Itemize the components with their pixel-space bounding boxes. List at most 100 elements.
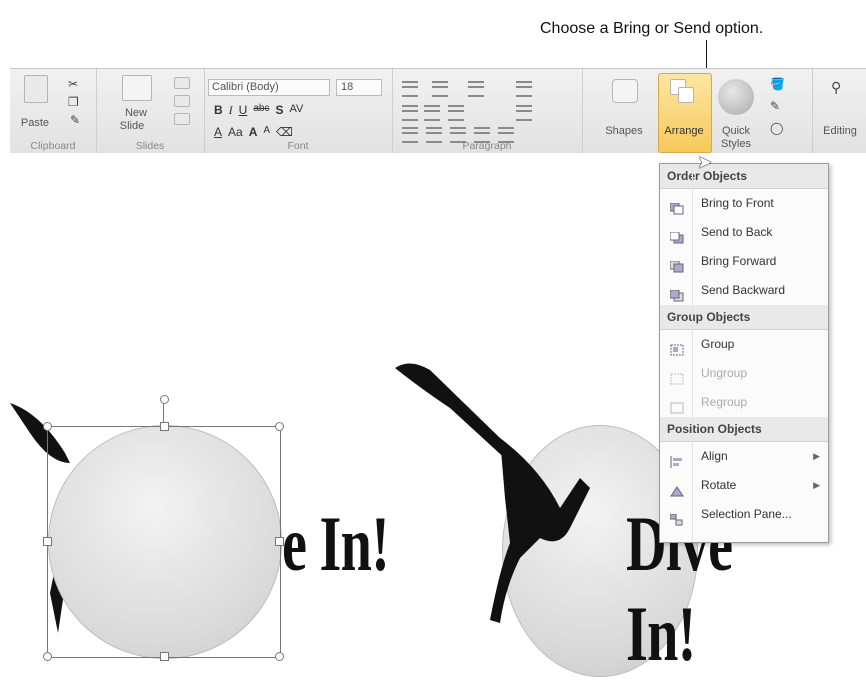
menu-item-bring-to-front[interactable]: Bring to Front — [660, 189, 828, 218]
bring-to-front-icon — [669, 197, 684, 215]
shapes-button[interactable]: Shapes — [602, 125, 646, 137]
menu-item-selection-pane[interactable]: Selection Pane... — [660, 500, 828, 529]
font-size-select[interactable]: 18 — [336, 79, 382, 96]
group-objects-section: Group Objects Group Ungroup Regroup — [660, 305, 828, 417]
arrange-dropdown-menu: Order Objects Bring to Front Send to Bac… — [659, 163, 829, 543]
delete-slide-icon[interactable] — [174, 113, 190, 125]
character-spacing-button[interactable]: AV — [289, 103, 303, 118]
clear-formatting-icon[interactable]: ⌫ — [276, 125, 293, 139]
editing-button[interactable]: Editing — [815, 125, 865, 137]
change-case-button[interactable]: Aa — [228, 125, 243, 139]
quick-styles-label-2[interactable]: Styles — [714, 138, 758, 150]
arrange-icon-back — [678, 87, 694, 103]
arrange-button[interactable]: Arrange — [660, 125, 708, 137]
shape-effects-icon[interactable]: ◯ — [770, 121, 783, 135]
font-group-label: Font — [287, 140, 309, 152]
resize-handle-tr[interactable] — [275, 422, 284, 431]
format-painter-icon[interactable]: ✎ — [70, 113, 80, 127]
bring-forward-icon — [669, 255, 684, 273]
menu-section-header: Group Objects — [660, 305, 828, 330]
rotate-handle[interactable] — [160, 395, 169, 404]
menu-item-bring-forward[interactable]: Bring Forward — [660, 247, 828, 276]
submenu-arrow-icon: ▶ — [813, 480, 820, 490]
menu-item-send-to-back[interactable]: Send to Back — [660, 218, 828, 247]
columns-icon[interactable] — [448, 105, 464, 121]
align-text-icon[interactable] — [516, 105, 532, 121]
paste-icon[interactable] — [24, 75, 48, 103]
menu-item-send-backward[interactable]: Send Backward — [660, 276, 828, 305]
align-icon — [670, 450, 684, 468]
bold-button[interactable]: B — [214, 103, 223, 118]
resize-handle-bl[interactable] — [43, 652, 52, 661]
cut-icon[interactable]: ✂ — [68, 77, 78, 91]
right-diver-image — [395, 363, 590, 623]
menu-item-label: Send Backward — [701, 283, 786, 297]
line-spacing-icon[interactable] — [468, 81, 484, 97]
new-slide-icon[interactable] — [122, 75, 152, 101]
copy-icon[interactable]: ❐ — [68, 95, 79, 109]
menu-item-regroup[interactable]: Regroup — [660, 388, 828, 417]
quick-styles-icon[interactable] — [718, 79, 754, 115]
resize-handle-t[interactable] — [160, 422, 169, 431]
italic-button[interactable]: I — [229, 103, 233, 118]
group-icon — [670, 338, 684, 356]
menu-item-label: Send to Back — [701, 225, 773, 239]
send-to-back-icon — [669, 226, 684, 244]
send-backward-icon — [669, 284, 684, 302]
order-objects-section: Order Objects Bring to Front Send to Bac… — [660, 164, 828, 305]
decrease-indent-icon[interactable] — [402, 105, 418, 121]
ungroup-icon — [670, 367, 684, 385]
resize-handle-br[interactable] — [275, 652, 284, 661]
find-icon[interactable]: ⚲ — [831, 79, 841, 96]
shadow-button[interactable]: S — [275, 103, 283, 118]
menu-item-align[interactable]: Align ▶ — [660, 442, 828, 471]
mouse-pointer-icon: ➤ — [697, 152, 713, 172]
menu-section-header: Order Objects — [660, 164, 828, 189]
slides-group-label: Slides — [135, 140, 165, 152]
drawing-group: Shapes Arrange Quick Styles 🪣 ✎ ◯ — [582, 69, 812, 154]
clipboard-group: Paste ✂ ❐ ✎ Clipboard — [10, 69, 97, 154]
shrink-font-button[interactable]: A — [263, 125, 270, 139]
menu-item-label: Ungroup — [701, 366, 748, 380]
clipboard-group-label: Clipboard — [30, 140, 76, 152]
menu-item-group[interactable]: Group — [660, 330, 828, 359]
shape-outline-icon[interactable]: ✎ — [770, 99, 780, 113]
callout-text: Choose a Bring or Send option. — [540, 20, 764, 37]
shape-fill-icon[interactable]: 🪣 — [770, 77, 785, 91]
text-direction-icon[interactable] — [516, 81, 532, 97]
new-slide-label-2[interactable]: Slide — [110, 120, 154, 132]
editing-group: ⚲ Editing — [812, 69, 866, 154]
layout-icon[interactable] — [174, 77, 190, 89]
resize-handle-tl[interactable] — [43, 422, 52, 431]
bullets-icon[interactable] — [402, 81, 418, 97]
quick-styles-label-1[interactable]: Quick — [714, 125, 758, 137]
menu-item-label: Regroup — [701, 395, 748, 409]
selection-pane-icon — [669, 508, 684, 526]
resize-handle-b[interactable] — [160, 652, 169, 661]
new-slide-label-1[interactable]: New — [114, 107, 158, 119]
shapes-icon[interactable] — [612, 79, 638, 103]
font-color-button[interactable]: A — [214, 125, 222, 139]
numbering-icon[interactable] — [432, 81, 448, 97]
font-name-select[interactable]: Calibri (Body) — [208, 79, 330, 96]
resize-handle-l[interactable] — [43, 537, 52, 546]
paste-button[interactable]: Paste — [16, 117, 54, 129]
reset-icon[interactable] — [174, 95, 190, 107]
menu-item-label: Bring to Front — [701, 196, 774, 210]
increase-indent-icon[interactable] — [424, 105, 440, 121]
menu-item-ungroup[interactable]: Ungroup — [660, 359, 828, 388]
font-group: Calibri (Body) 18 B I U abc S AV A Aa A … — [204, 69, 393, 154]
menu-item-rotate[interactable]: Rotate ▶ — [660, 471, 828, 500]
menu-section-header: Position Objects — [660, 417, 828, 442]
paragraph-group: Paragraph — [392, 69, 583, 154]
menu-item-label: Align — [701, 449, 728, 463]
menu-item-label: Selection Pane... — [701, 507, 792, 521]
left-slide-text[interactable]: e In! — [282, 499, 390, 589]
submenu-arrow-icon: ▶ — [813, 451, 820, 461]
underline-button[interactable]: U — [239, 103, 248, 118]
strikethrough-button[interactable]: abc — [253, 103, 269, 118]
regroup-icon — [670, 396, 684, 414]
grow-font-button[interactable]: A — [249, 125, 258, 139]
selection-box[interactable] — [47, 426, 281, 658]
position-objects-section: Position Objects Align ▶ Rotate ▶ Selectio… — [660, 417, 828, 529]
